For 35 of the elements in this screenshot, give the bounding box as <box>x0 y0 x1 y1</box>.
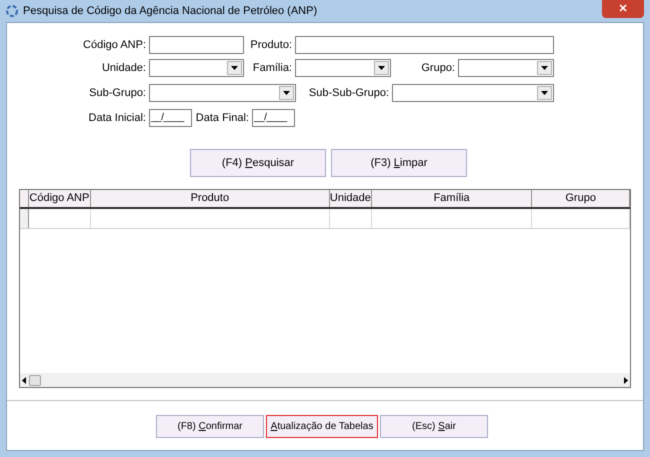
app-icon <box>6 5 18 17</box>
field-label: Data Inicial: <box>88 110 147 126</box>
action-button[interactable]: (F8) Confirmar <box>156 415 264 438</box>
input-field[interactable]: __/____ <box>149 109 192 127</box>
field-label: Grupo: <box>420 60 456 76</box>
dropdown-field[interactable] <box>458 59 554 77</box>
action-button[interactable]: (Esc) Sair <box>380 415 488 438</box>
horizontal-scrollbar[interactable] <box>20 373 630 387</box>
field-label: Produto: <box>249 38 293 53</box>
column-header[interactable]: Família <box>372 190 532 207</box>
close-button[interactable]: ✕ <box>602 0 644 18</box>
dropdown-field[interactable] <box>392 84 554 102</box>
column-header[interactable]: Produto <box>90 190 330 207</box>
column-header[interactable]: Código ANP <box>28 190 91 207</box>
column-header[interactable]: Grupo <box>532 190 630 207</box>
scroll-left-icon <box>22 376 26 384</box>
field-label: Data Final: <box>194 110 250 126</box>
field-label: Sub-Grupo: <box>88 86 147 101</box>
input-field[interactable] <box>295 36 554 54</box>
field-label: Unidade: <box>100 60 147 76</box>
column-header[interactable]: Unidade <box>330 190 372 207</box>
action-button[interactable]: (F3) Limpar <box>331 149 467 177</box>
input-field[interactable]: __/____ <box>252 109 295 127</box>
dropdown-field[interactable] <box>149 59 244 77</box>
dropdown-field[interactable] <box>149 84 296 102</box>
field-label: Família: <box>252 60 293 76</box>
action-button[interactable]: (F4) Pesquisar <box>190 149 326 177</box>
dropdown-field[interactable] <box>295 59 391 77</box>
field-label: Código ANP: <box>82 38 147 53</box>
scrollbar-thumb[interactable] <box>29 374 41 386</box>
field-label: Sub-Sub-Grupo: <box>308 86 390 101</box>
input-field[interactable] <box>149 36 244 54</box>
action-button[interactable]: Atualização de Tabelas <box>266 415 378 438</box>
scroll-right-icon <box>624 376 628 384</box>
window-title: Pesquisa de Código da Agência Nacional de Petróleo (ANP) <box>23 4 318 19</box>
